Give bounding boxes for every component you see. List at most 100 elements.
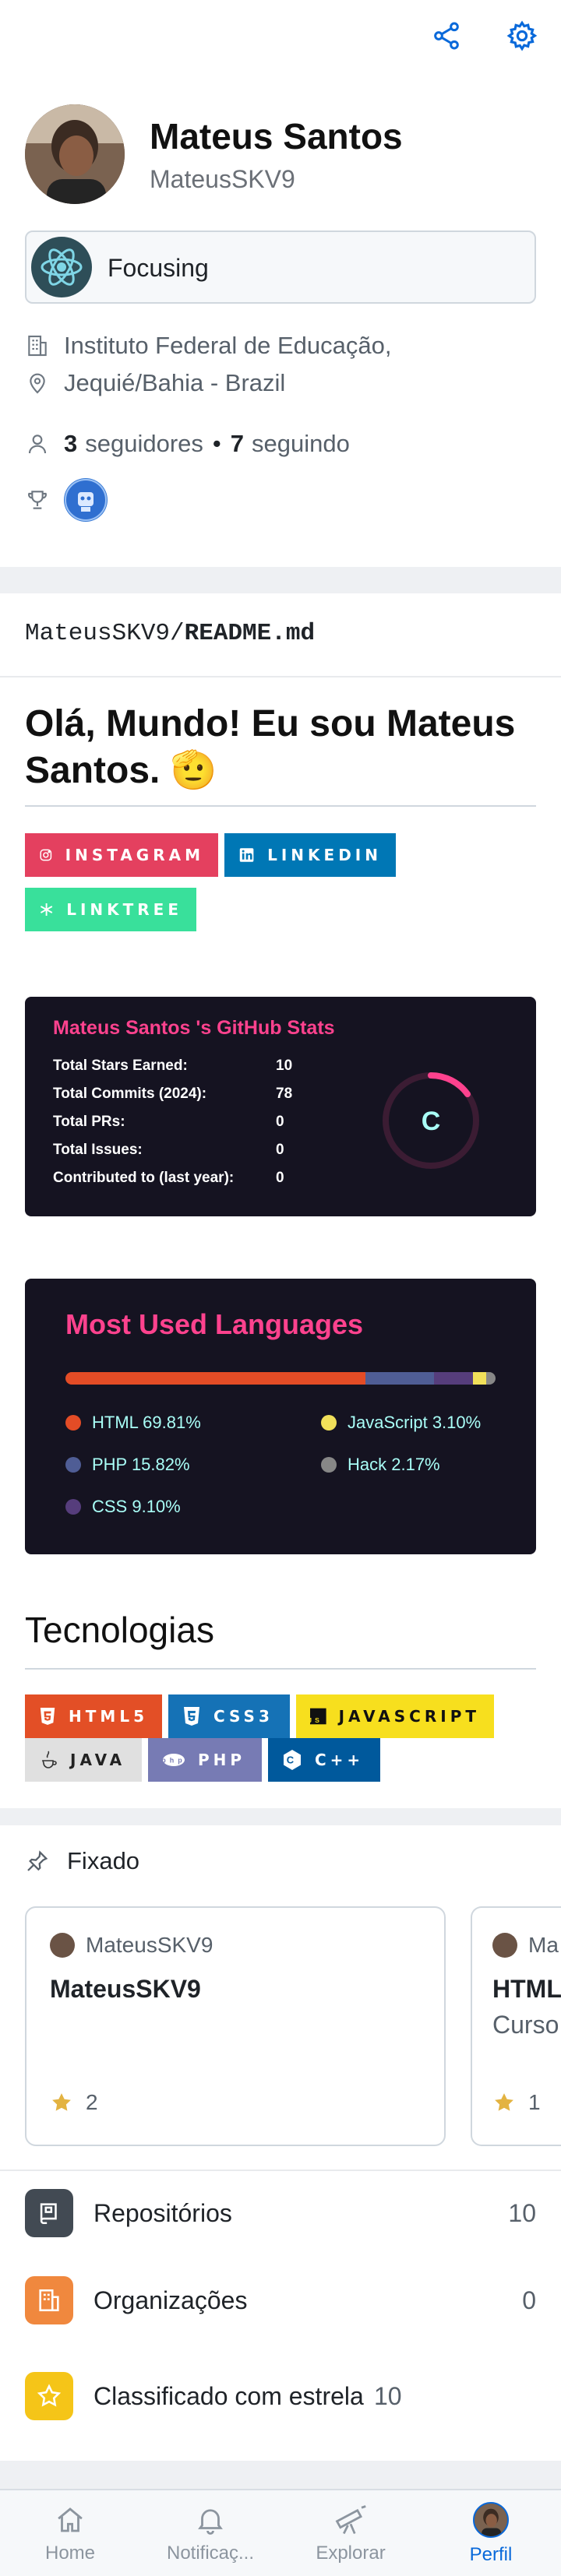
building-icon — [28, 335, 47, 357]
pinned-repo-card[interactable]: Ma HTML Curso 1 — [471, 1906, 561, 2146]
language-dot — [321, 1415, 337, 1431]
menu-item-organizations[interactable]: Organizações 0 — [25, 2275, 536, 2325]
following-count: 7 — [230, 430, 245, 457]
stat-value: 0 — [276, 1170, 284, 1186]
bell-icon — [198, 2509, 223, 2535]
bottom-tab-bar: Home Notificaç... Explorar Perfil — [0, 2489, 561, 2576]
readme-divider — [0, 676, 561, 677]
status-text: Focusing — [108, 254, 209, 282]
linktree-icon — [40, 903, 53, 917]
readme-owner: MateusSKV9/ — [25, 620, 185, 647]
followers-label: seguidores — [85, 430, 203, 457]
pin-owner: Ma — [492, 1933, 559, 1958]
stat-value: 0 — [276, 1114, 284, 1130]
pin-icon — [27, 1850, 48, 1871]
pinned-heading: Fixado — [25, 1847, 139, 1875]
javascript-label: JAVASCRIPT — [338, 1707, 480, 1726]
rank-circle: C — [383, 1072, 479, 1169]
instagram-badge[interactable]: INSTAGRAM — [25, 833, 218, 877]
repo-icon — [25, 2189, 73, 2237]
readme-path[interactable]: MateusSKV9/README.md — [25, 620, 315, 647]
menu-label: Classificado com estrela — [94, 2382, 364, 2410]
language-javascript: JavaScript 3.10% — [321, 1413, 481, 1433]
java-icon — [41, 1751, 57, 1768]
tab-label: Perfil — [469, 2544, 513, 2565]
linkedin-badge[interactable]: LINKEDIN — [224, 833, 396, 877]
profile-login: MateusSKV9 — [150, 165, 295, 193]
pin-repo-description: Curso — [492, 2011, 559, 2039]
html5-icon — [40, 1707, 55, 1726]
language-php: PHP 15.82% — [65, 1455, 190, 1475]
language-bar-segment — [485, 1372, 496, 1385]
tab-explore[interactable]: Explorar — [280, 2490, 421, 2576]
cpp-badge[interactable]: C C++ — [268, 1738, 380, 1782]
tech-rule — [25, 1668, 536, 1670]
share-icon[interactable] — [428, 17, 465, 55]
company-line: Instituto Federal de Educação, — [25, 332, 391, 360]
status-box[interactable]: Focusing — [25, 231, 536, 304]
language-dot — [65, 1415, 81, 1431]
tab-label: Notificaç... — [166, 2543, 255, 2564]
separator-dot: • — [212, 430, 221, 457]
php-icon: php — [162, 1754, 185, 1766]
linkedin-label: LINKEDIN — [267, 846, 382, 864]
language-dot — [65, 1457, 81, 1473]
svg-text:C: C — [287, 1754, 298, 1766]
stat-label: Total PRs: — [53, 1114, 125, 1130]
menu-item-repositories[interactable]: Repositórios 10 — [25, 2188, 536, 2238]
php-badge[interactable]: php PHP — [148, 1738, 262, 1782]
linkedin-icon — [239, 848, 254, 862]
instagram-icon — [40, 849, 52, 861]
java-label: JAVA — [70, 1751, 126, 1769]
java-badge[interactable]: JAVA — [25, 1738, 142, 1782]
languages-bar — [65, 1372, 496, 1385]
pinned-repo-card[interactable]: MateusSKV9 MateusSKV9 2 — [25, 1906, 446, 2146]
pin-owner: MateusSKV9 — [50, 1933, 213, 1958]
stat-label: Total Commits (2024): — [53, 1086, 207, 1102]
menu-item-starred[interactable]: Classificado com estrela 10 — [25, 2360, 536, 2433]
stat-value: 78 — [276, 1086, 293, 1102]
menu-count: 0 — [522, 2286, 536, 2314]
tab-profile[interactable]: Perfil — [421, 2490, 561, 2576]
avatar — [492, 1933, 517, 1958]
html5-badge[interactable]: HTML5 — [25, 1694, 162, 1738]
pin-stars: 1 — [492, 2090, 541, 2115]
avatar — [473, 2502, 509, 2538]
achievement-badge[interactable] — [64, 478, 108, 522]
language-bar-segment — [65, 1372, 366, 1385]
followers-line[interactable]: 3 seguidores • 7 seguindo — [25, 430, 350, 458]
section-divider — [0, 2461, 561, 2489]
readme-heading: Olá, Mundo! Eu sou Mateus Santos. 🫡 — [25, 703, 516, 791]
avatar[interactable] — [25, 104, 125, 204]
readme-file: README.md — [184, 620, 316, 647]
person-icon — [28, 435, 47, 454]
language-bar-segment — [365, 1372, 434, 1385]
tab-notifications[interactable]: Notificaç... — [140, 2490, 280, 2576]
language-html: HTML 69.81% — [65, 1413, 201, 1433]
gear-icon[interactable] — [503, 17, 541, 55]
tech-heading: Tecnologias — [25, 1610, 214, 1650]
menu-label: Repositórios — [94, 2199, 232, 2227]
css3-badge[interactable]: CSS3 — [168, 1694, 290, 1738]
section-divider — [0, 567, 561, 593]
svg-text:JS: JS — [310, 1716, 323, 1724]
home-icon — [58, 2507, 83, 2532]
pin-repo-name: MateusSKV9 — [50, 1975, 201, 2003]
language-hack: Hack 2.17% — [321, 1455, 440, 1475]
tab-label: Explorar — [316, 2543, 386, 2564]
css3-icon — [184, 1707, 199, 1726]
location-pin-icon — [30, 373, 45, 394]
languages-title: Most Used Languages — [65, 1308, 364, 1340]
svg-text:php: php — [162, 1757, 185, 1765]
trophy-icon — [28, 491, 47, 509]
javascript-icon: JS — [310, 1708, 326, 1725]
linktree-badge[interactable]: LINKTREE — [25, 888, 196, 931]
tab-home[interactable]: Home — [0, 2490, 140, 2576]
menu-count: 10 — [374, 2381, 402, 2410]
stats-title: Mateus Santos 's GitHub Stats — [53, 1017, 335, 1039]
pin-repo-name: HTML — [492, 1975, 561, 2003]
language-css: CSS 9.10% — [65, 1497, 181, 1517]
stat-label: Total Stars Earned: — [53, 1057, 188, 1074]
language-bar-segment — [472, 1372, 486, 1385]
javascript-badge[interactable]: JS JAVASCRIPT — [296, 1694, 494, 1738]
